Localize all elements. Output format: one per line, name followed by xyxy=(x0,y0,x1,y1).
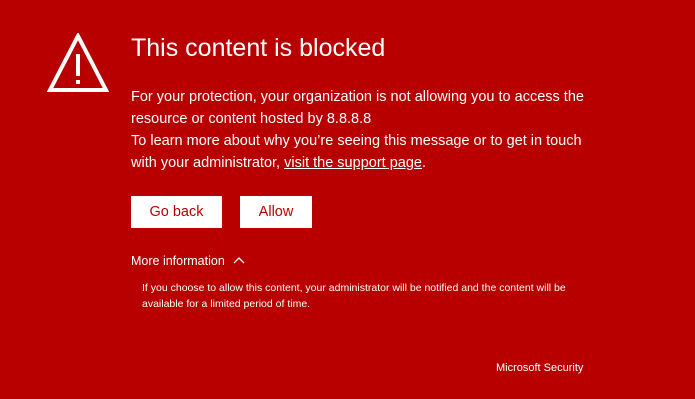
message-period: . xyxy=(421,155,426,171)
page-title: This content is blocked xyxy=(131,34,386,62)
microsoft-security-brand: Microsoft Security xyxy=(496,362,584,374)
more-information-toggle[interactable]: More information xyxy=(131,252,245,270)
go-back-button[interactable]: Go back xyxy=(131,196,222,228)
more-information-details: If you choose to allow this content, you… xyxy=(142,282,566,310)
support-page-link[interactable]: visit the support page xyxy=(284,155,422,171)
warning-triangle-icon xyxy=(47,33,109,92)
allow-button[interactable]: Allow xyxy=(240,196,312,228)
chevron-up-icon xyxy=(233,257,245,264)
block-message: For your protection, your organization i… xyxy=(131,86,591,174)
message-protection-text: For your protection, your organization i… xyxy=(131,89,584,127)
message-learn-more: To learn more about why you’re seeing th… xyxy=(131,130,591,174)
more-information-label: More information xyxy=(131,254,225,268)
